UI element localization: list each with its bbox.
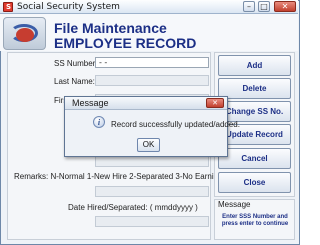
maximize-button[interactable]: □ (258, 1, 270, 12)
change-ss-number-button[interactable]: Change SS No. (218, 101, 291, 122)
remarks-legend: Remarks: N-Normal 1-New Hire 2-Separated… (14, 172, 227, 181)
header-title: File Maintenance (54, 20, 167, 36)
message-panel-text: Enter SSS Number and press enter to cont… (221, 214, 289, 227)
sss-logo-icon (3, 17, 46, 50)
ss-number-input[interactable]: - - (95, 57, 209, 68)
message-panel-title: Message (218, 200, 251, 209)
close-button[interactable]: Close (218, 172, 291, 193)
middle-name-input[interactable] (95, 156, 209, 167)
last-name-label: Last Name: (54, 77, 95, 86)
delete-button[interactable]: Delete (218, 78, 291, 99)
window-title: Social Security System (17, 2, 120, 12)
dialog-close-button[interactable]: ✕ (206, 98, 224, 108)
add-button[interactable]: Add (218, 55, 291, 76)
date-hired-label: Date Hired/Separated: ( mmddyyyy ) (68, 203, 198, 212)
remarks-input[interactable] (95, 186, 209, 197)
close-window-button[interactable]: ✕ (274, 1, 296, 12)
cancel-button[interactable]: Cancel (218, 148, 291, 169)
date-hired-input[interactable] (95, 216, 209, 227)
last-name-input[interactable] (95, 75, 209, 86)
dialog-message: Record successfully updated/added. (111, 120, 240, 129)
information-icon: i (93, 116, 105, 128)
minimize-button[interactable]: – (243, 1, 255, 12)
ok-button[interactable]: OK (137, 138, 160, 152)
header-subtitle: EMPLOYEE RECORD (54, 35, 197, 51)
dialog-title: Message (72, 98, 109, 108)
ss-number-label: SS Number: (54, 59, 98, 68)
app-icon: S (3, 2, 13, 12)
